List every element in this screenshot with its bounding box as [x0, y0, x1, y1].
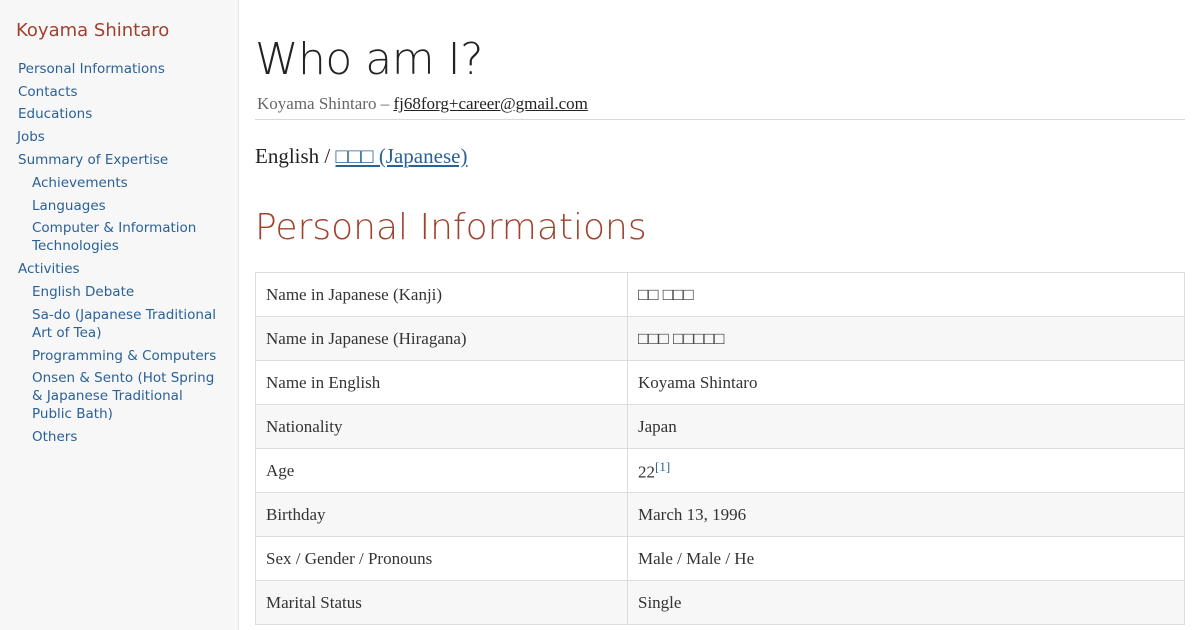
sidebar: Koyama Shintaro Personal Informations Co…: [0, 0, 239, 630]
toc-item-onsen-sento[interactable]: Onsen & Sento (Hot Spring & Japanese Tra…: [0, 369, 239, 423]
toc-item-programming[interactable]: Programming & Computers: [0, 347, 239, 365]
footnote-link[interactable]: [1]: [655, 459, 670, 474]
row-value: □□□ □□□□□: [627, 316, 1185, 361]
author-name: Koyama Shintaro: [257, 94, 377, 113]
toc-item-languages[interactable]: Languages: [0, 197, 239, 215]
table-row: Name in English Koyama Shintaro: [255, 360, 1185, 405]
row-value: Male / Male / He: [627, 536, 1185, 581]
row-value: Single: [627, 580, 1185, 625]
toc-item-summary-of-expertise[interactable]: Summary of Expertise: [0, 151, 239, 169]
current-language: English: [255, 144, 320, 168]
section-title-personal-informations: Personal Informations: [255, 207, 647, 248]
table-row: Birthday March 13, 1996: [255, 492, 1185, 537]
header-divider: [255, 119, 1185, 120]
page-title: Who am I?: [255, 34, 483, 85]
table-row: Name in Japanese (Kanji) □□ □□□: [255, 272, 1185, 317]
row-value: □□ □□□: [627, 272, 1185, 317]
row-key: Name in Japanese (Kanji): [255, 272, 628, 317]
table-row: Age 22[1]: [255, 448, 1185, 493]
row-value: Koyama Shintaro: [627, 360, 1185, 405]
row-key: Marital Status: [255, 580, 628, 625]
toc-item-others[interactable]: Others: [0, 428, 239, 446]
row-value: March 13, 1996: [627, 492, 1185, 537]
row-key: Sex / Gender / Pronouns: [255, 536, 628, 581]
toc-item-sado[interactable]: Sa-do (Japanese Traditional Art of Tea): [0, 306, 239, 342]
table-of-contents: Personal Informations Contacts Education…: [0, 55, 239, 446]
table-row: Nationality Japan: [255, 404, 1185, 449]
table-row: Marital Status Single: [255, 580, 1185, 625]
row-key: Age: [255, 448, 628, 493]
row-key: Nationality: [255, 404, 628, 449]
byline-separator: –: [376, 94, 394, 113]
toc-item-computer-it[interactable]: Computer & Information Technologies: [0, 219, 239, 255]
table-row: Sex / Gender / Pronouns Male / Male / He: [255, 536, 1185, 581]
table-row: Name in Japanese (Hiragana) □□□ □□□□□: [255, 316, 1185, 361]
age-value: 22: [638, 462, 655, 482]
site-title[interactable]: Koyama Shintaro: [16, 20, 169, 41]
toc-item-contacts[interactable]: Contacts: [0, 83, 239, 101]
personal-info-table: Name in Japanese (Kanji) □□ □□□ Name in …: [255, 272, 1185, 625]
toc-item-english-debate[interactable]: English Debate: [0, 283, 239, 301]
row-value: 22[1]: [627, 448, 1185, 493]
toc-item-jobs[interactable]: Jobs: [0, 128, 239, 146]
language-switcher: English / □□□ (Japanese): [255, 144, 467, 169]
email-link[interactable]: fj68forg+career@gmail.com: [393, 94, 587, 113]
row-value: Japan: [627, 404, 1185, 449]
toc-item-educations[interactable]: Educations: [0, 105, 239, 123]
japanese-language-link[interactable]: □□□ (Japanese): [336, 144, 468, 168]
byline: Koyama Shintaro – fj68forg+career@gmail.…: [257, 94, 588, 114]
toc-item-personal-informations[interactable]: Personal Informations: [0, 60, 239, 78]
toc-item-achievements[interactable]: Achievements: [0, 174, 239, 192]
toc-item-activities[interactable]: Activities: [0, 260, 239, 278]
row-key: Name in Japanese (Hiragana): [255, 316, 628, 361]
language-separator: /: [319, 144, 336, 168]
row-key: Birthday: [255, 492, 628, 537]
row-key: Name in English: [255, 360, 628, 405]
